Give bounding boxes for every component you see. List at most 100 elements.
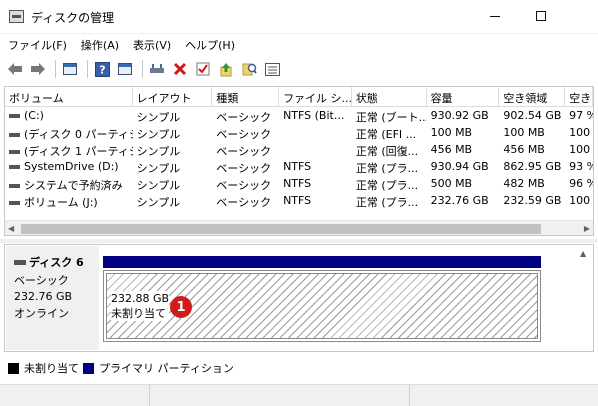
volume-free-percent: 93 %: [569, 160, 593, 173]
volume-layout: シンプル: [136, 196, 181, 209]
properties-button[interactable]: [60, 59, 80, 79]
disk-size: 232.76 GB: [14, 290, 73, 303]
volume-type: ベーシック: [216, 145, 272, 158]
svg-text:?: ?: [99, 63, 105, 76]
volume-type: ベーシック: [216, 128, 272, 141]
volume-capacity: 456 MB: [430, 143, 473, 156]
scroll-thumb[interactable]: [21, 224, 541, 234]
delete-button[interactable]: [170, 59, 190, 79]
up-arrow-icon: [220, 62, 232, 76]
legend-label-primary: プライマリ パーティション: [99, 362, 234, 375]
volume-row[interactable]: (ディスク 1 パーティシ... シンプル ベーシック 正常 (回復... 45…: [5, 141, 593, 158]
partition-header-bar: [103, 256, 541, 268]
disk-status: オンライン: [14, 307, 69, 320]
menu-file[interactable]: ファイル(F): [0, 34, 73, 54]
volume-status: 正常 (EFI ...: [355, 128, 417, 141]
column-free-space[interactable]: 空き領域: [499, 87, 566, 106]
volume-free-space: 100 MB: [503, 126, 545, 139]
scroll-right-icon[interactable]: ▶: [584, 224, 590, 233]
volume-row[interactable]: (ディスク 0 パーティシ... シンプル ベーシック 正常 (EFI ... …: [5, 124, 593, 141]
column-status[interactable]: 状態: [352, 87, 427, 106]
column-free-percent[interactable]: 空き: [565, 87, 593, 106]
volume-free-percent: 100: [569, 143, 591, 156]
volume-list: ボリューム レイアウト 種類 ファイル シ... 状態 容量 空き領域 空き (…: [4, 86, 594, 236]
status-segment: [410, 385, 598, 406]
unallocated-partition[interactable]: 232.88 GB 未割り当て 1: [103, 270, 541, 342]
legend-swatch-primary: [83, 362, 94, 374]
volume-row[interactable]: システムで予約済み シンプル ベーシック NTFS 正常 (プラ... 500 …: [5, 175, 593, 192]
volume-icon: [9, 133, 20, 137]
volume-filesystem: NTFS: [283, 160, 312, 173]
help-button[interactable]: ?: [92, 59, 112, 79]
volume-icon: [9, 165, 20, 169]
volume-name: (ディスク 1 パーティシ...: [24, 145, 133, 158]
volume-icon: [9, 150, 20, 154]
volume-capacity: 930.92 GB: [430, 109, 489, 122]
help-icon: ?: [94, 61, 110, 77]
search-button[interactable]: [239, 59, 259, 79]
volume-capacity: 100 MB: [430, 126, 473, 139]
menu-action[interactable]: 操作(A): [73, 34, 125, 54]
volume-free-space: 862.95 GB: [503, 160, 562, 173]
volume-status: 正常 (プラ...: [355, 179, 419, 192]
volume-row[interactable]: (C:) シンプル ベーシック NTFS (Bit... 正常 (ブート... …: [5, 107, 593, 124]
column-capacity[interactable]: 容量: [427, 87, 500, 106]
volume-list-header: ボリューム レイアウト 種類 ファイル シ... 状態 容量 空き領域 空き: [5, 87, 593, 107]
volume-layout: シンプル: [136, 128, 181, 141]
volume-layout: シンプル: [136, 179, 181, 192]
legend-label-unallocated: 未割り当て: [24, 362, 79, 375]
volume-icon: [9, 184, 20, 188]
menu-help[interactable]: ヘルプ(H): [177, 34, 241, 54]
volume-row[interactable]: SystemDrive (D:) シンプル ベーシック NTFS 正常 (プラ.…: [5, 158, 593, 175]
horizontal-scrollbar[interactable]: ◀ ▶: [5, 220, 593, 235]
volume-filesystem: [279, 124, 352, 141]
volume-free-percent: 97 %: [569, 109, 593, 122]
check-icon: [196, 62, 210, 76]
check-button[interactable]: [193, 59, 213, 79]
minimize-button[interactable]: [472, 0, 518, 32]
column-filesystem[interactable]: ファイル シ...: [279, 87, 352, 106]
legend: 未割り当て プライマリ パーティション: [4, 359, 234, 377]
column-volume[interactable]: ボリューム: [5, 87, 133, 106]
disk-name: ディスク 6: [29, 256, 84, 269]
vertical-scrollbar[interactable]: ▲: [576, 246, 592, 350]
forward-button[interactable]: [28, 59, 48, 79]
menu-bar: ファイル(F) 操作(A) 表示(V) ヘルプ(H): [0, 34, 598, 54]
volume-status: 正常 (プラ...: [355, 196, 419, 209]
toolbar-separator: [142, 60, 143, 78]
back-arrow-icon: [8, 63, 22, 75]
maximize-button[interactable]: [518, 0, 564, 32]
volume-name: (ディスク 0 パーティシ...: [24, 128, 133, 141]
scroll-up-icon[interactable]: ▲: [580, 249, 586, 258]
up-button[interactable]: [216, 59, 236, 79]
back-button[interactable]: [5, 59, 25, 79]
column-type[interactable]: 種類: [212, 87, 280, 106]
volume-filesystem: NTFS: [283, 177, 312, 190]
pane-splitter[interactable]: [0, 239, 598, 243]
minimize-icon: [490, 15, 500, 17]
volume-capacity: 232.76 GB: [430, 194, 489, 207]
list-view-button[interactable]: [262, 59, 282, 79]
scroll-left-icon[interactable]: ◀: [8, 224, 14, 233]
menu-view[interactable]: 表示(V): [125, 34, 177, 54]
partition-size: 232.88 GB: [111, 292, 170, 305]
volume-status: 正常 (プラ...: [355, 162, 419, 175]
disk-info[interactable]: ディスク 6 ベーシック 232.76 GB オンライン: [6, 246, 99, 350]
list-icon: [264, 62, 280, 76]
volume-type: ベーシック: [216, 196, 272, 209]
column-layout[interactable]: レイアウト: [133, 87, 213, 106]
volume-layout: シンプル: [136, 111, 181, 124]
window-title: ディスクの管理: [31, 11, 115, 25]
volume-name: システムで予約済み: [24, 179, 123, 192]
console-button[interactable]: [115, 59, 135, 79]
connect-drive-button[interactable]: [147, 59, 167, 79]
status-segment: [150, 385, 410, 406]
volume-free-space: 456 MB: [503, 143, 545, 156]
properties-icon: [63, 63, 77, 75]
status-segment: [0, 385, 150, 406]
volume-row[interactable]: ボリューム (J:) シンプル ベーシック NTFS 正常 (プラ... 232…: [5, 192, 593, 209]
forward-arrow-icon: [31, 63, 45, 75]
disk-view: ディスク 6 ベーシック 232.76 GB オンライン 232.88 GB 未…: [4, 244, 594, 352]
volume-icon: [9, 201, 20, 205]
volume-type: ベーシック: [216, 162, 272, 175]
